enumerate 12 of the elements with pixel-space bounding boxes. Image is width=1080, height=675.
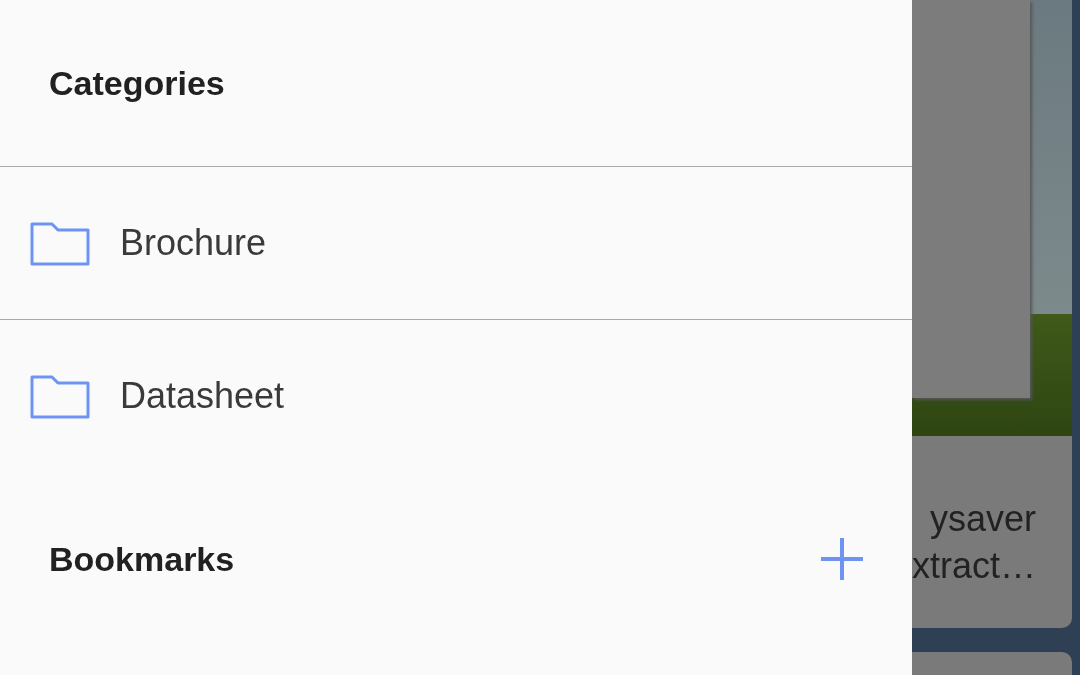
folder-icon (30, 220, 90, 266)
section-title: Bookmarks (49, 539, 235, 579)
category-label: Datasheet (120, 375, 285, 417)
card-title: xtract… (912, 544, 1036, 588)
category-label: Brochure (120, 222, 267, 264)
add-button[interactable] (818, 535, 866, 583)
plus-icon (819, 536, 865, 582)
card-title: ysaver (930, 497, 1036, 541)
category-item[interactable]: Brochure (0, 166, 912, 319)
folder-icon (30, 373, 90, 419)
category-item[interactable]: Datasheet (0, 319, 912, 472)
section-title: Categories (49, 63, 225, 103)
